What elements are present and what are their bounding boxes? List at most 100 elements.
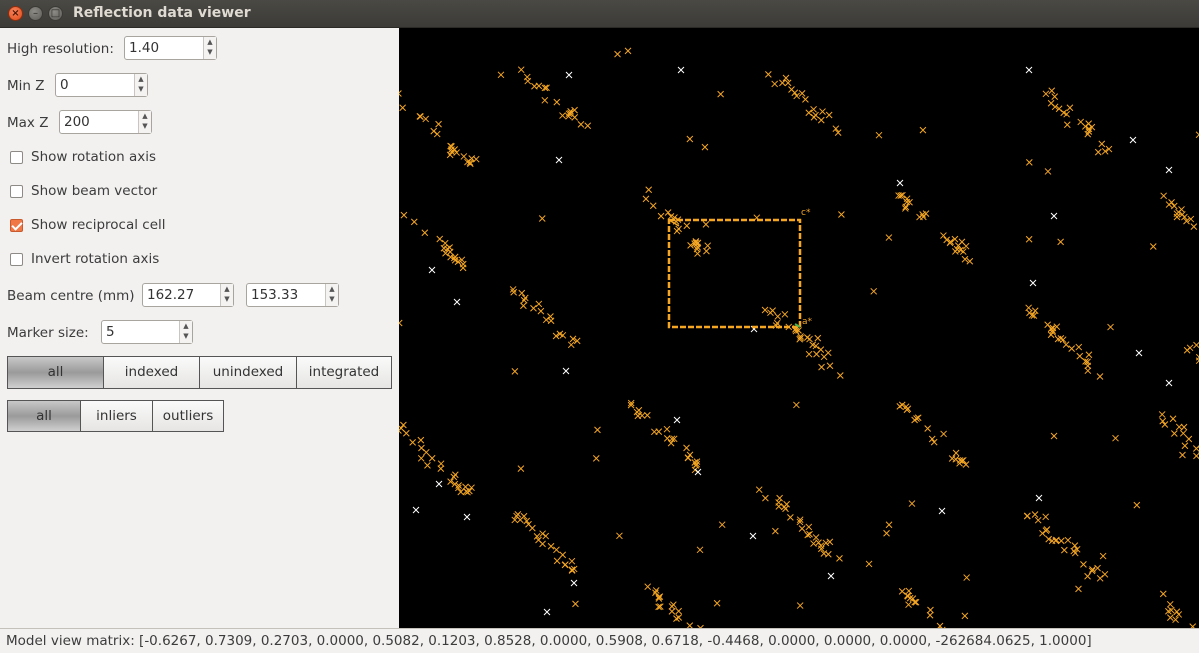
reflection-marker (1179, 429, 1187, 437)
reflection-marker (547, 542, 555, 550)
reflection-marker (1084, 572, 1091, 580)
reflection-marker (1050, 432, 1058, 440)
invert-rotation-axis-checkbox[interactable] (10, 253, 23, 266)
reflection-marker (468, 484, 475, 492)
reflection-marker (650, 428, 658, 436)
filter-outliers-button[interactable]: outliers (153, 401, 223, 431)
reflection-marker (517, 465, 525, 473)
high-resolution-spinbox[interactable]: 1.40 ▲ ▼ (124, 36, 217, 60)
reflection-marker (966, 257, 974, 265)
filter-inliers-button[interactable]: inliers (81, 401, 153, 431)
reflection-marker (1080, 561, 1087, 568)
outlier-filter-group: all inliers outliers (7, 400, 224, 432)
reflection-marker (1035, 494, 1043, 502)
reflection-marker (1051, 93, 1059, 100)
maximize-icon[interactable]: □ (48, 6, 63, 21)
close-icon[interactable]: × (8, 6, 23, 21)
status-bar: Model view matrix: [-0.6267, 0.7309, 0.2… (0, 628, 1199, 653)
reflection-canvas[interactable]: c* a* (399, 28, 1199, 628)
reflection-marker (459, 260, 467, 268)
reflection-marker (1185, 435, 1193, 443)
spin-arrows-icon[interactable]: ▲ ▼ (134, 74, 147, 96)
reflection-marker (1081, 123, 1089, 130)
reflection-marker (838, 211, 845, 218)
max-z-spinbox[interactable]: 200 ▲ ▼ (59, 110, 152, 134)
reflection-marker (668, 608, 676, 615)
filter-integrated-button[interactable]: integrated (297, 357, 391, 388)
spin-arrows-icon[interactable]: ▲ ▼ (220, 284, 233, 306)
reflection-marker (542, 532, 550, 540)
show-reciprocal-cell-checkbox[interactable] (10, 219, 23, 232)
reflection-marker (1160, 192, 1168, 200)
spin-arrows-icon[interactable]: ▲ ▼ (179, 321, 192, 343)
reflection-marker (584, 122, 592, 130)
reflection-marker (717, 90, 724, 98)
spin-arrows-icon[interactable]: ▲ ▼ (325, 284, 338, 306)
reflection-marker (1169, 415, 1177, 423)
reflection-marker (453, 149, 460, 156)
reflection-marker (779, 79, 786, 87)
reflection-marker (511, 368, 519, 375)
filter-all-button[interactable]: all (8, 357, 104, 388)
reflection-marker (421, 229, 429, 237)
show-beam-vector-checkbox[interactable] (10, 185, 23, 198)
reflection-marker (649, 202, 657, 210)
reflection-marker (702, 221, 710, 228)
show-rotation-axis-checkbox[interactable] (10, 151, 23, 164)
reflection-marker (568, 566, 576, 574)
reciprocal-cell-box (667, 218, 802, 329)
filter-indexed-button[interactable]: indexed (104, 357, 200, 388)
reflection-marker (430, 127, 438, 135)
reflection-marker (571, 114, 579, 121)
reflection-marker (642, 195, 650, 203)
reflection-marker (399, 90, 402, 97)
reflection-marker (553, 98, 561, 106)
reflection-marker (802, 96, 809, 103)
reflection-marker (1075, 343, 1083, 351)
reflection-marker (562, 367, 570, 375)
reflection-marker (798, 525, 806, 533)
reflection-marker (436, 235, 444, 243)
reflection-marker (410, 218, 418, 226)
reflection-marker (634, 412, 642, 420)
reflection-marker (559, 551, 567, 559)
reflection-marker (1165, 379, 1173, 387)
reflection-marker (694, 468, 702, 476)
indexed-filter-group: all indexed unindexed integrated (7, 356, 392, 389)
beam-centre-x-value: 162.27 (147, 287, 195, 303)
reflection-marker (1060, 546, 1068, 554)
reflection-marker (568, 557, 576, 565)
min-z-spinbox[interactable]: 0 ▲ ▼ (55, 73, 148, 97)
minimize-icon[interactable]: – (28, 6, 43, 21)
reciprocal-space-viewer[interactable]: c* a* (399, 28, 1199, 628)
a-star-label: a* (802, 317, 813, 327)
high-resolution-label: High resolution: (7, 41, 114, 57)
reflection-marker (805, 523, 813, 531)
reflection-marker (762, 494, 769, 502)
reflection-marker (810, 105, 817, 113)
reflection-marker (535, 82, 543, 90)
filter-all-outliers-button[interactable]: all (8, 401, 81, 431)
beam-centre-y-spinbox[interactable]: 153.33 ▲ ▼ (246, 283, 339, 307)
reflection-marker (749, 532, 757, 540)
reflection-marker (930, 438, 938, 446)
reflection-marker (437, 460, 445, 468)
reflection-marker (798, 90, 806, 97)
window-titlebar: × – □ Reflection data viewer (0, 0, 1199, 28)
reflection-marker (417, 436, 425, 444)
reflection-marker (644, 583, 652, 591)
reflection-marker (713, 599, 721, 607)
reflection-marker (755, 486, 763, 494)
reflection-marker (769, 307, 776, 314)
spin-arrows-icon[interactable]: ▲ ▼ (203, 37, 216, 59)
reflection-marker (817, 116, 825, 124)
reflection-marker (764, 70, 772, 78)
reflection-marker (1025, 235, 1033, 243)
reflection-marker (520, 302, 527, 310)
reflection-marker (1071, 542, 1079, 549)
spin-arrows-icon[interactable]: ▲ ▼ (138, 111, 151, 133)
beam-centre-x-spinbox[interactable]: 162.27 ▲ ▼ (142, 283, 234, 307)
marker-size-spinbox[interactable]: 5 ▲ ▼ (101, 320, 193, 344)
filter-unindexed-button[interactable]: unindexed (200, 357, 297, 388)
reflection-marker (805, 350, 813, 358)
